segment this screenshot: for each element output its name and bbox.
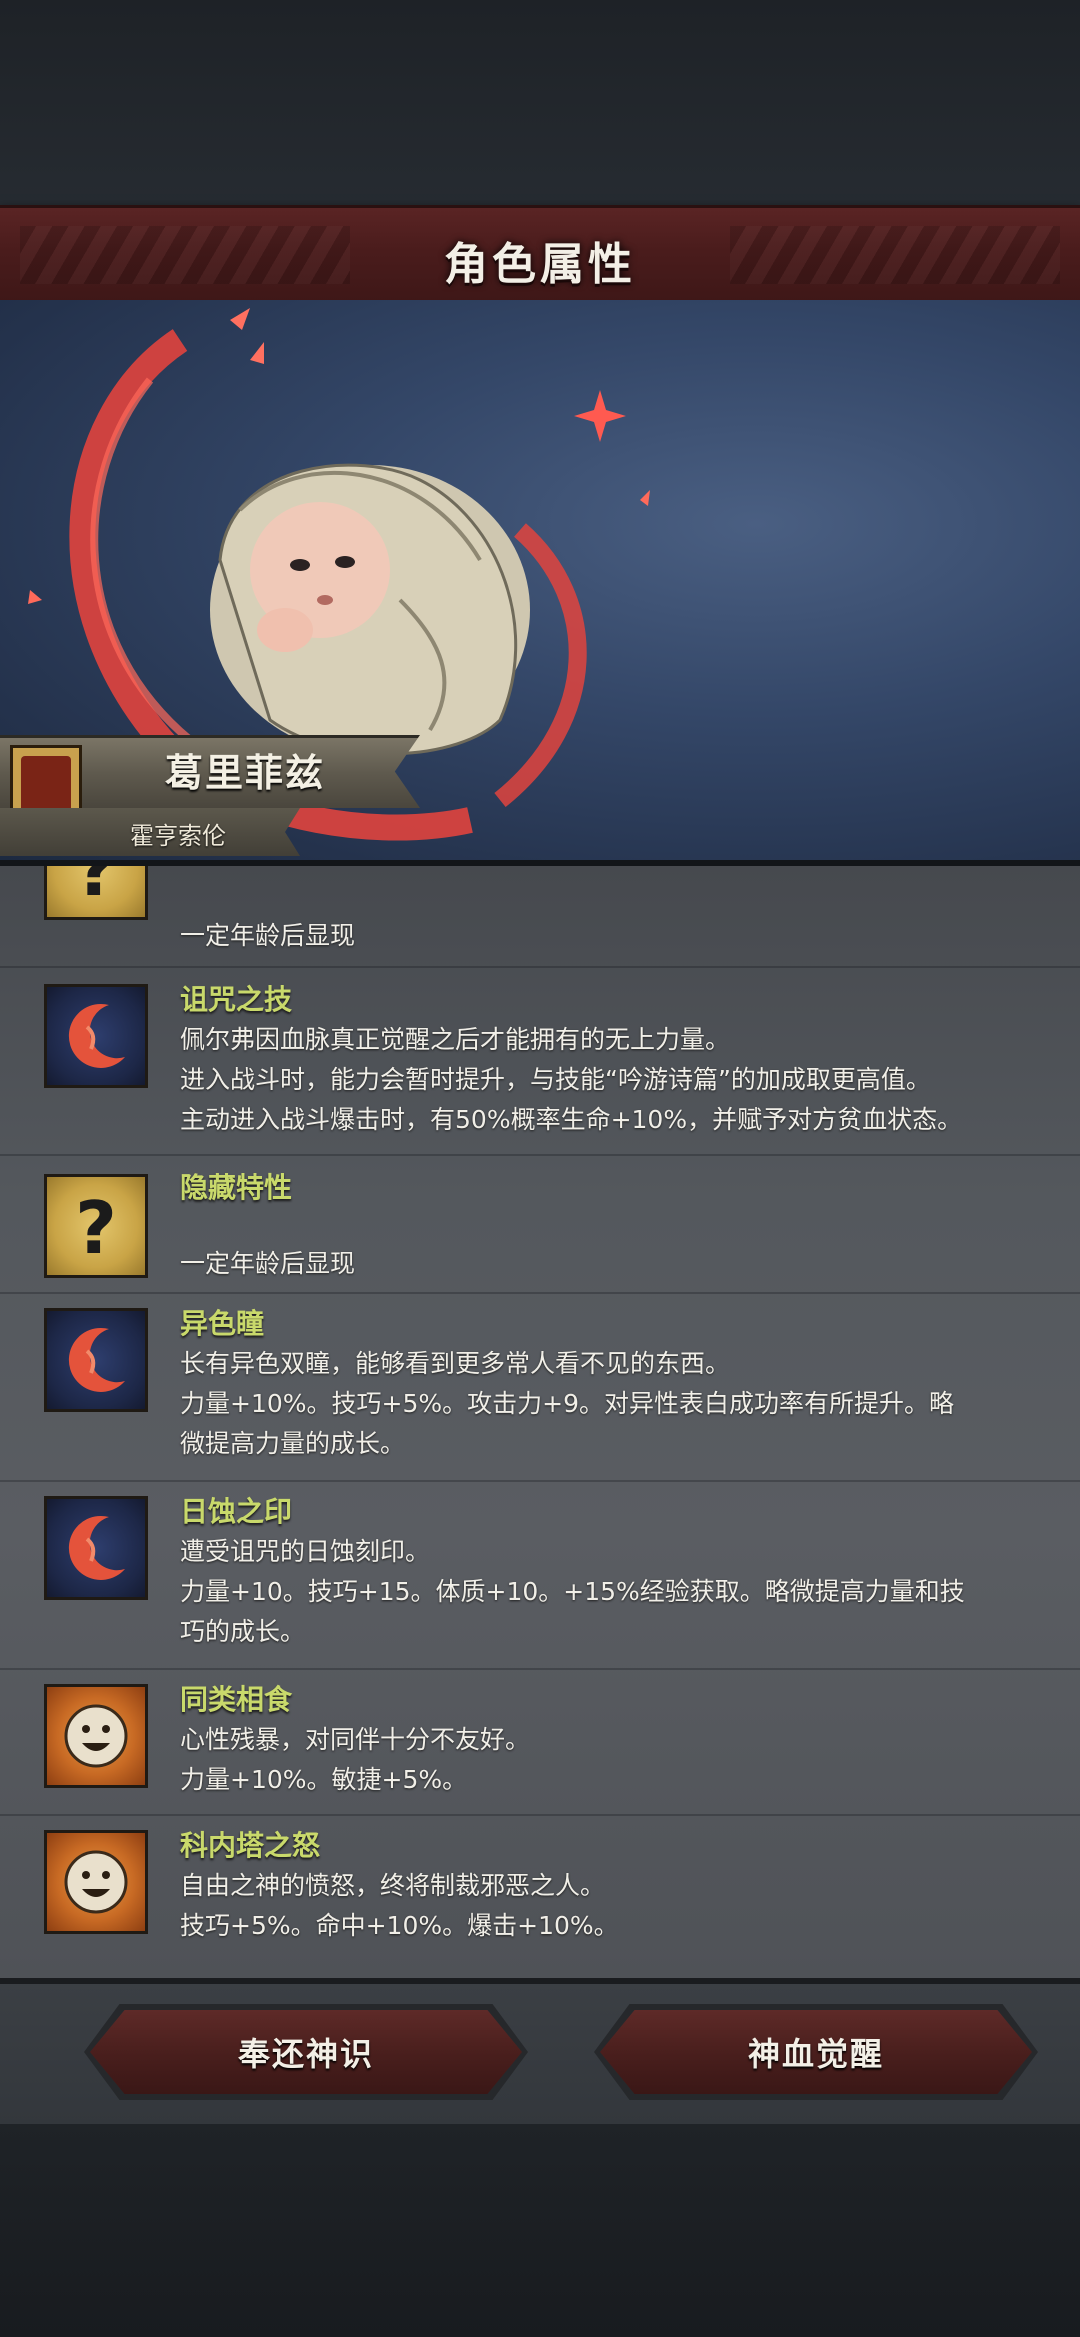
trait-description: 佩尔弗因血脉真正觉醒之后才能拥有的无上力量。 (180, 1025, 731, 1054)
character-name: 葛里菲兹 (165, 751, 326, 795)
trait-description: 遭受诅咒的日蚀刻印。 (180, 1537, 431, 1566)
trait-description: 巧的成长。 (180, 1617, 306, 1646)
page-title: 角色属性 (444, 239, 636, 290)
trait-description: 自由之神的愤怒，终将制裁邪恶之人。 (180, 1871, 606, 1900)
return-divinity-button[interactable]: 奉还神识 (90, 2010, 522, 2094)
crescent-flame-icon (44, 1308, 148, 1412)
top-background (0, 0, 1080, 205)
trait-description: 力量+10%。敏捷+5%。 (180, 1765, 468, 1794)
trait-name: 日蚀之印 (180, 1495, 293, 1528)
divine-blood-awaken-button[interactable]: 神血觉醒 (600, 2010, 1032, 2094)
trait-list[interactable]: ? 一定年龄后显现 诅咒之技 佩尔弗因血脉真正觉醒之后才能拥有的无上力量。 进入… (0, 866, 1080, 1984)
header-bar: 角色属性 (0, 205, 1080, 307)
trait-name: 诅咒之技 (180, 983, 293, 1016)
svg-text:?: ? (75, 866, 117, 912)
trait-item: ? 一定年龄后显现 (0, 866, 1080, 968)
svg-text:?: ? (75, 1186, 117, 1270)
trait-name: 异色瞳 (180, 1307, 265, 1340)
crescent-flame-icon (44, 1496, 148, 1600)
smile-face-icon (44, 1684, 148, 1788)
divine-blood-awaken-label: 神血觉醒 (747, 2035, 884, 2073)
trait-item: 诅咒之技 佩尔弗因血脉真正觉醒之后才能拥有的无上力量。 进入战斗时，能力会暂时提… (0, 966, 1080, 1156)
trait-name: 隐藏特性 (180, 1171, 293, 1204)
trait-item: 科内塔之怒 自由之神的愤怒，终将制裁邪恶之人。 技巧+5%。命中+10%。爆击+… (0, 1814, 1080, 1964)
trait-description: 进入战斗时，能力会暂时提升，与技能“吟游诗篇”的加成取更高值。 (180, 1065, 931, 1094)
trait-description: 力量+10。技巧+15。体质+10。+15%经验获取。略微提高力量和技 (180, 1577, 965, 1606)
trait-item: 同类相食 心性残暴，对同伴十分不友好。 力量+10%。敏捷+5%。 (0, 1668, 1080, 1816)
trait-item: 日蚀之印 遭受诅咒的日蚀刻印。 力量+10。技巧+15。体质+10。+15%经验… (0, 1480, 1080, 1670)
trait-description: 心性残暴，对同伴十分不友好。 (180, 1725, 531, 1754)
return-divinity-label: 奉还神识 (237, 2035, 374, 2073)
trait-description: 力量+10%。技巧+5%。攻击力+9。对异性表白成功率有所提升。略 (180, 1389, 954, 1418)
crescent-flame-icon (44, 984, 148, 1088)
question-icon: ? (44, 866, 148, 920)
trait-item: 异色瞳 长有异色双瞳，能够看到更多常人看不见的东西。 力量+10%。技巧+5%。… (0, 1292, 1080, 1482)
trait-description: 技巧+5%。命中+10%。爆击+10%。 (180, 1911, 619, 1940)
trait-name: 同类相食 (180, 1683, 293, 1716)
bottom-background (0, 2124, 1080, 2337)
trait-item: ? 隐藏特性 一定年龄后显现 (0, 1154, 1080, 1294)
trait-description: 一定年龄后显现 (180, 921, 356, 950)
character-house: 霍亨索伦 (130, 822, 226, 850)
smile-face-icon (44, 1830, 148, 1934)
question-icon: ? (44, 1174, 148, 1278)
trait-description: 主动进入战斗爆击时，有50%概率生命+10%，并赋予对方贫血状态。 (180, 1105, 963, 1134)
trait-description: 一定年龄后显现 (180, 1249, 356, 1278)
trait-description: 长有异色双瞳，能够看到更多常人看不见的东西。 (180, 1349, 731, 1378)
trait-description: 微提高力量的成长。 (180, 1429, 406, 1458)
trait-name: 科内塔之怒 (180, 1829, 321, 1862)
